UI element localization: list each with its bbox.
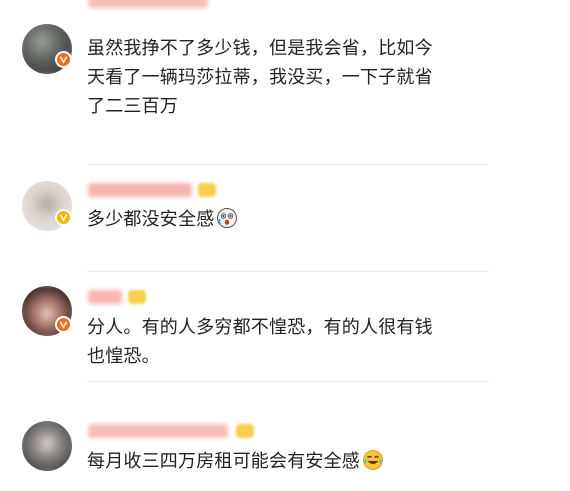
- username-blurred[interactable]: [88, 183, 192, 197]
- verified-badge-icon: [55, 51, 72, 68]
- level-badge-icon: [198, 183, 216, 197]
- avatar[interactable]: [22, 421, 72, 471]
- divider: [87, 271, 489, 272]
- username-blurred[interactable]: [88, 0, 208, 8]
- comment-text: 虽然我挣不了多少钱，但是我会省，比如今 天看了一辆玛莎拉蒂，我没买，一下子就省 …: [87, 38, 433, 117]
- username-blurred[interactable]: [88, 424, 228, 438]
- shocked-face-emoji-icon: [216, 207, 238, 238]
- laughing-tears-emoji-icon: [362, 449, 384, 480]
- divider: [87, 164, 489, 165]
- divider: [87, 381, 489, 382]
- verified-badge-icon: [55, 316, 72, 333]
- level-badge-icon: [128, 290, 146, 304]
- comment-text: 分人。有的人多穷都不惶恐，有的人很有钱 也惶恐。: [87, 317, 433, 367]
- comment-text: 多少都没安全感: [87, 205, 487, 238]
- level-badge-icon: [236, 424, 254, 438]
- comment-text: 每月收三四万房租可能会有安全感: [87, 447, 487, 480]
- verified-badge-icon: [55, 209, 72, 226]
- username-blurred[interactable]: [88, 290, 122, 304]
